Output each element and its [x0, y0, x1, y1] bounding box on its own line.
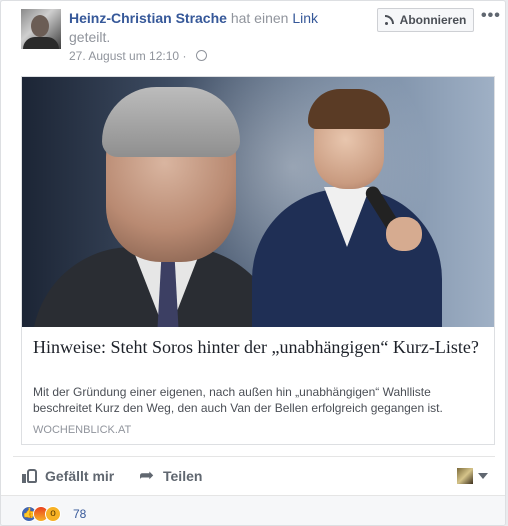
- thumbs-up-icon: [21, 467, 39, 485]
- subscribe-button[interactable]: Abonnieren: [377, 8, 474, 32]
- globe-icon[interactable]: [195, 50, 207, 61]
- link-text-area[interactable]: Hinweise: Steht Soros hinter der „unabhä…: [22, 327, 494, 444]
- like-label: Gefällt mir: [45, 468, 115, 484]
- link-title[interactable]: Hinweise: Steht Soros hinter der „unabhä…: [33, 336, 488, 359]
- reaction-count[interactable]: 78: [73, 507, 86, 521]
- share-arrow-icon: [139, 465, 157, 486]
- author-name[interactable]: Heinz-Christian Strache: [69, 10, 227, 26]
- divider-top: [13, 456, 495, 457]
- author-avatar[interactable]: [21, 9, 61, 49]
- avatar-shoulders: [23, 37, 59, 49]
- reactions-bar: 👍 o 78: [1, 495, 505, 525]
- link-word[interactable]: Link: [292, 10, 318, 26]
- rss-icon: [384, 15, 395, 25]
- shared-link-card[interactable]: Hinweise: Steht Soros hinter der „unabhä…: [21, 76, 495, 445]
- post-verb: hat einen: [230, 10, 289, 26]
- page-selector[interactable]: [457, 468, 488, 484]
- post-meta: 27. August um 12:10 ·: [69, 49, 207, 63]
- like-button[interactable]: Gefällt mir: [21, 467, 114, 485]
- dot-separator: ·: [182, 49, 190, 63]
- link-description: Mit der Gründung einer eigenen, nach auß…: [33, 385, 443, 415]
- post-header: Heinz-Christian Strache hat einen Link g…: [69, 9, 369, 47]
- post-timestamp[interactable]: 27. August um 12:10: [69, 49, 179, 63]
- more-options-icon[interactable]: •••: [481, 7, 501, 25]
- page-avatar: [457, 468, 473, 484]
- avatar-face: [31, 15, 49, 37]
- share-label: Teilen: [163, 468, 203, 484]
- link-preview-image[interactable]: [22, 77, 494, 327]
- share-button[interactable]: Teilen: [139, 465, 203, 486]
- person-right-hair: [308, 89, 390, 129]
- post-verb-end: geteilt.: [69, 29, 111, 45]
- wow-reaction-icon[interactable]: o: [45, 506, 61, 522]
- subscribe-label: Abonnieren: [399, 13, 467, 27]
- link-domain: WOCHENBLICK.AT: [33, 424, 132, 436]
- feed-post: Heinz-Christian Strache hat einen Link g…: [0, 0, 506, 526]
- hand: [386, 217, 422, 251]
- chevron-down-icon: [478, 473, 488, 479]
